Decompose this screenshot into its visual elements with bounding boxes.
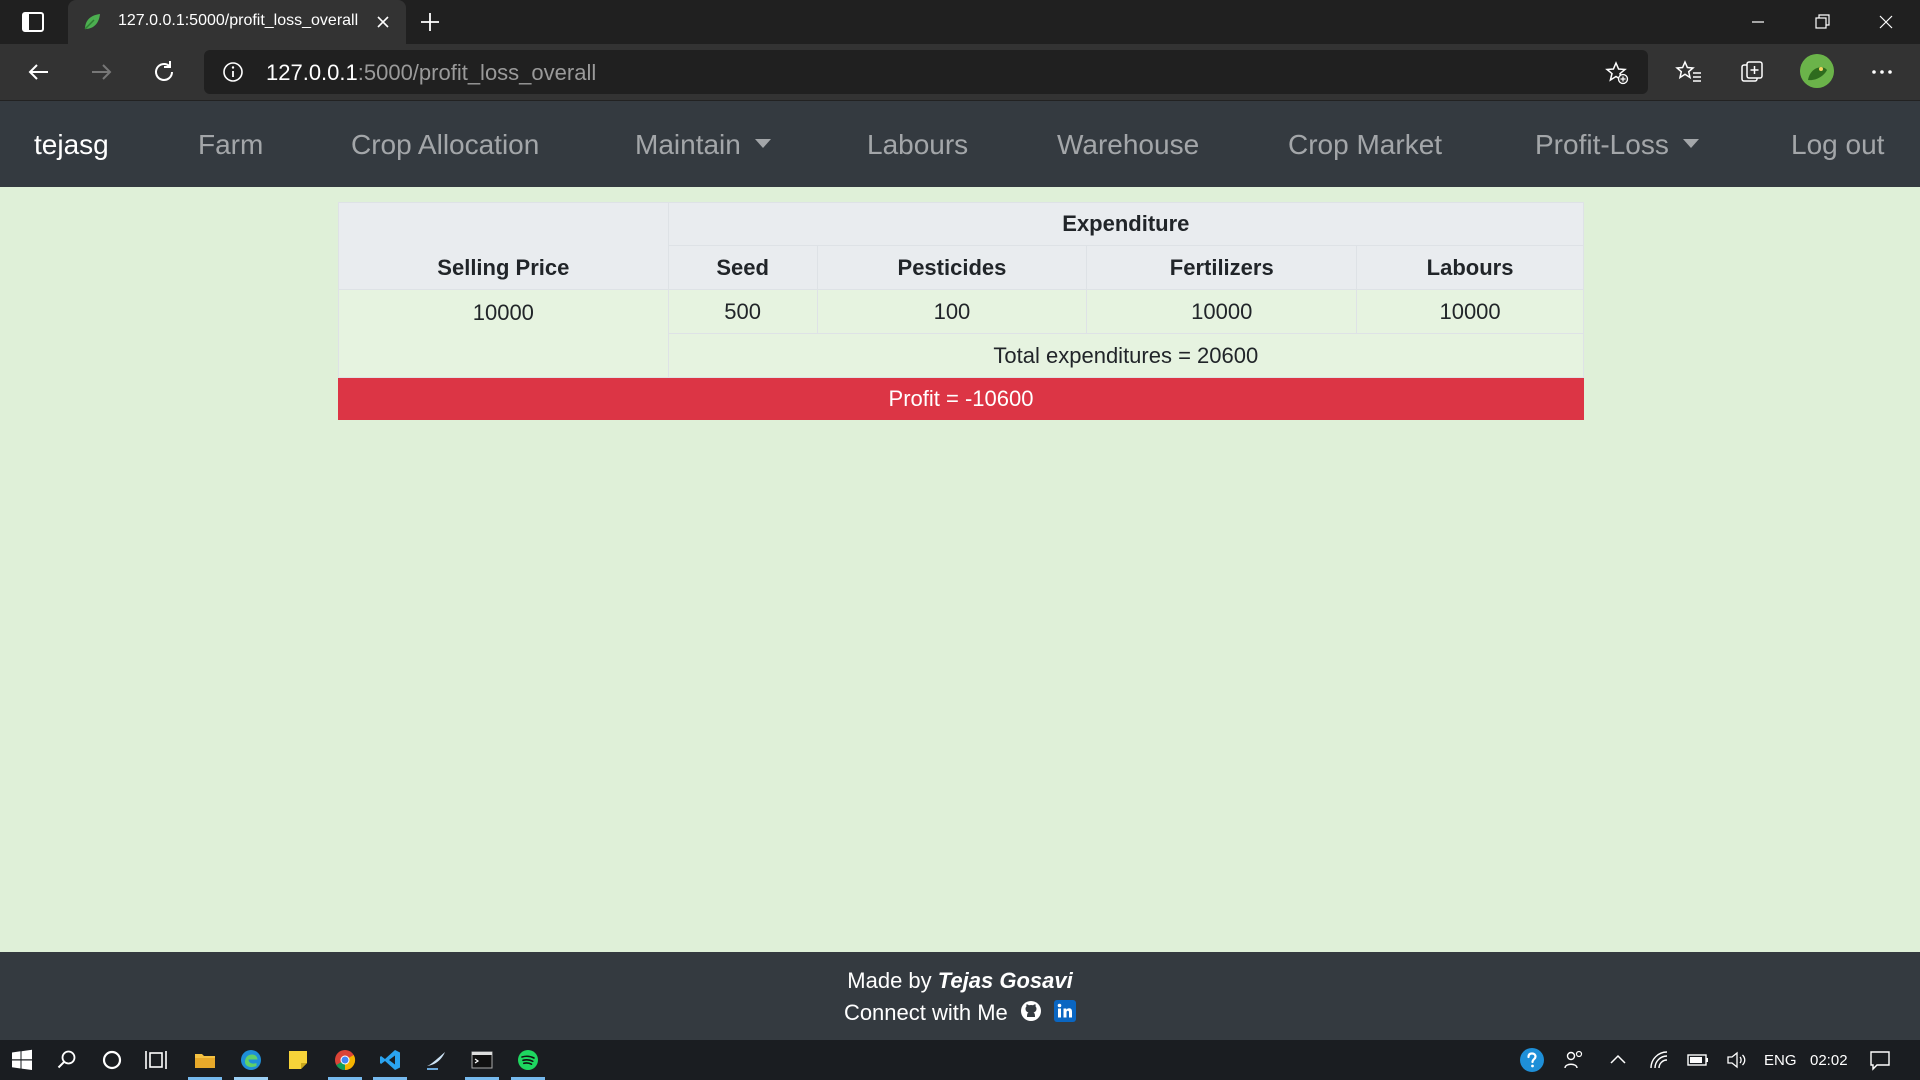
site-info-icon[interactable] — [222, 61, 244, 83]
wifi-icon[interactable] — [1647, 1048, 1671, 1072]
new-tab-icon[interactable] — [418, 10, 442, 34]
file-explorer-icon[interactable] — [193, 1048, 217, 1072]
connect-line: Connect with Me — [0, 1000, 1920, 1026]
paint-app-icon[interactable] — [424, 1048, 448, 1072]
people-icon[interactable] — [1562, 1048, 1586, 1072]
url-path: :5000/profit_loss_overall — [357, 60, 597, 85]
selling-price-value: 10000 — [338, 289, 669, 378]
profit-loss-table: Selling Price Expenditure Seed Pesticide… — [338, 202, 1585, 420]
labours-value: 10000 — [1356, 289, 1584, 334]
collections-icon[interactable] — [1738, 58, 1766, 86]
github-icon[interactable] — [1020, 1000, 1042, 1022]
volume-icon[interactable] — [1725, 1048, 1749, 1072]
minimize-icon[interactable] — [1744, 8, 1772, 36]
made-by-prefix: Made by — [847, 968, 932, 993]
nav-log-out[interactable]: Log out — [1791, 129, 1884, 161]
nav-warehouse[interactable]: Warehouse — [1057, 129, 1199, 161]
connect-text: Connect with Me — [843, 1000, 1008, 1025]
refresh-icon[interactable] — [150, 58, 178, 86]
nav-crop-market[interactable]: Crop Market — [1288, 129, 1442, 161]
nav-crop-allocation[interactable]: Crop Allocation — [351, 129, 539, 161]
task-view-icon[interactable] — [144, 1048, 168, 1072]
terminal-icon[interactable] — [470, 1048, 494, 1072]
address-bar[interactable]: 127.0.0.1:5000/profit_loss_overall — [204, 50, 1648, 94]
seed-header: Seed — [667, 245, 818, 290]
close-window-icon[interactable] — [1872, 8, 1900, 36]
pesticides-header: Pesticides — [816, 245, 1088, 290]
avatar-icon — [1800, 54, 1834, 88]
nav-labours[interactable]: Labours — [867, 129, 968, 161]
windows-start-icon[interactable] — [10, 1048, 34, 1072]
chevron-down-icon — [754, 139, 771, 148]
leaf-favicon-icon — [84, 14, 100, 30]
sticky-notes-icon[interactable] — [286, 1048, 310, 1072]
search-icon[interactable] — [55, 1048, 79, 1072]
seed-value: 500 — [667, 289, 818, 334]
nav-profit-loss-label: Profit-Loss — [1535, 129, 1669, 160]
chevron-down-icon — [1682, 139, 1699, 148]
selling-price-header: Selling Price — [338, 202, 669, 290]
tab-title: 127.0.0.1:5000/profit_loss_overall — [118, 12, 359, 29]
favorites-icon[interactable] — [1675, 58, 1703, 86]
restore-icon[interactable] — [1808, 8, 1836, 36]
page-footer: Made by Tejas Gosavi Connect with Me — [0, 952, 1920, 1040]
chrome-icon[interactable] — [333, 1048, 357, 1072]
linkedin-icon[interactable] — [1054, 1000, 1077, 1022]
url-text[interactable]: 127.0.0.1:5000/profit_loss_overall — [266, 60, 596, 86]
language-indicator[interactable]: ENG — [1764, 1052, 1797, 1069]
add-favorite-icon[interactable] — [1604, 60, 1630, 86]
made-by-line: Made by Tejas Gosavi — [0, 968, 1920, 994]
expenditure-header: Expenditure — [667, 202, 1585, 246]
vscode-icon[interactable] — [378, 1048, 402, 1072]
browser-tab[interactable]: 127.0.0.1:5000/profit_loss_overall — [68, 0, 406, 44]
url-host: 127.0.0.1 — [266, 60, 358, 85]
author-name: Tejas Gosavi — [937, 968, 1073, 993]
labours-header: Labours — [1356, 245, 1584, 290]
chevron-up-icon[interactable] — [1606, 1048, 1630, 1072]
profit-row: Profit = -10600 — [338, 377, 1584, 420]
spotify-icon[interactable] — [516, 1048, 540, 1072]
nav-farm[interactable]: Farm — [198, 129, 263, 161]
pesticides-value: 100 — [816, 289, 1088, 334]
profile-avatar[interactable] — [1800, 54, 1834, 88]
more-options-icon[interactable] — [1868, 58, 1896, 86]
fertilizers-header: Fertilizers — [1086, 245, 1358, 290]
cortana-icon[interactable] — [100, 1048, 124, 1072]
notifications-icon[interactable] — [1868, 1048, 1892, 1072]
battery-icon[interactable] — [1686, 1048, 1710, 1072]
fertilizers-value: 10000 — [1086, 289, 1358, 334]
tab-close-icon[interactable] — [373, 12, 393, 32]
tab-actions-icon[interactable] — [20, 10, 46, 34]
edge-icon[interactable] — [239, 1048, 263, 1072]
brand-link[interactable]: tejasg — [34, 129, 109, 161]
help-icon[interactable] — [1518, 1046, 1546, 1074]
back-icon[interactable] — [25, 58, 53, 86]
nav-maintain-dropdown[interactable]: Maintain — [635, 129, 771, 161]
browser-tab-bar: 127.0.0.1:5000/profit_loss_overall — [0, 0, 1920, 44]
table-row: 10000 500 100 10000 10000 — [338, 289, 1584, 378]
nav-profit-loss-dropdown[interactable]: Profit-Loss — [1535, 129, 1699, 161]
profit-value: Profit = -10600 — [338, 377, 1584, 420]
browser-toolbar: 127.0.0.1:5000/profit_loss_overall — [0, 44, 1920, 100]
app-navbar: tejasg Farm Crop Allocation Maintain Lab… — [0, 100, 1920, 187]
total-expenditures: Total expenditures = 20600 — [667, 333, 1585, 378]
forward-icon[interactable] — [87, 58, 115, 86]
windows-taskbar: ENG 02:02 — [0, 1040, 1920, 1080]
nav-maintain-label: Maintain — [635, 129, 741, 160]
clock[interactable]: 02:02 — [1810, 1052, 1848, 1069]
